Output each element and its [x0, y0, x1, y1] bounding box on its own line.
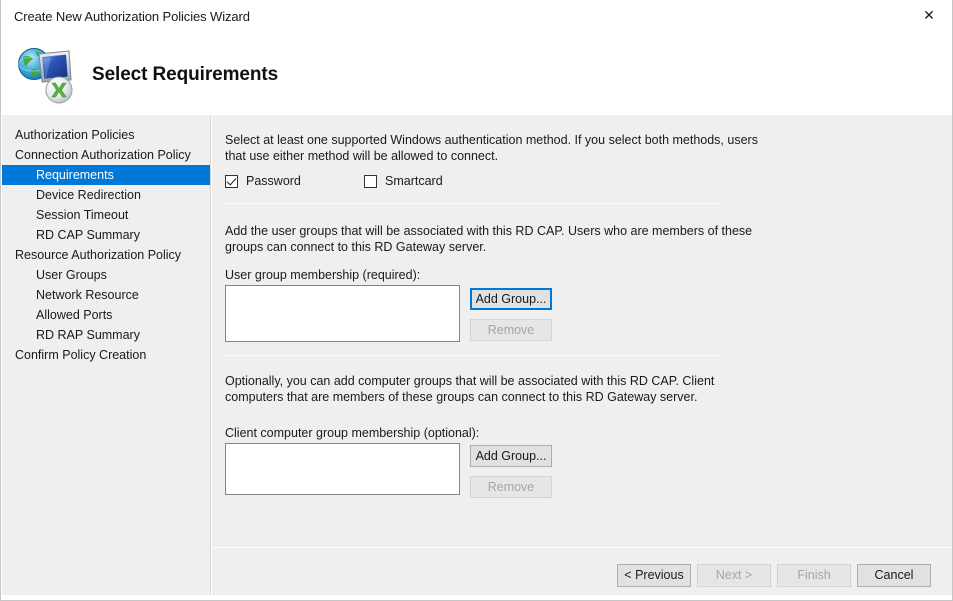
close-icon: ✕ — [923, 9, 935, 23]
sidebar-item-session-timeout[interactable]: Session Timeout — [2, 205, 210, 225]
next-button: Next > — [697, 564, 771, 587]
section-divider-1 — [225, 203, 719, 204]
cancel-button[interactable]: Cancel — [857, 564, 931, 587]
wizard-header: Select Requirements — [2, 31, 952, 115]
usergroup-instruction-line-1: Add the user groups that will be associa… — [225, 223, 752, 239]
wizard-sidebar: Authorization Policies Connection Author… — [2, 115, 211, 595]
rd-gateway-globe-monitor-icon — [15, 40, 81, 106]
sidebar-item-confirm-policy-creation[interactable]: Confirm Policy Creation — [2, 345, 210, 365]
finish-button: Finish — [777, 564, 851, 587]
checkbox-row-smartcard[interactable]: Smartcard — [364, 174, 443, 188]
password-checkbox-label: Password — [246, 174, 301, 188]
sidebar-item-resource-authorization-policy[interactable]: Resource Authorization Policy — [2, 245, 210, 265]
sidebar-item-requirements[interactable]: Requirements — [2, 165, 210, 185]
section-divider-2 — [225, 355, 719, 356]
sidebar-item-connection-authorization-policy[interactable]: Connection Authorization Policy — [2, 145, 210, 165]
window-title: Create New Authorization Policies Wizard — [14, 9, 250, 24]
checkbox-row-password[interactable]: Password — [225, 174, 301, 188]
usergroup-add-group-button[interactable]: Add Group... — [470, 288, 552, 310]
sidebar-item-device-redirection[interactable]: Device Redirection — [2, 185, 210, 205]
usergroup-remove-button: Remove — [470, 319, 552, 341]
auth-instruction-line-1: Select at least one supported Windows au… — [225, 132, 758, 148]
wizard-window: Create New Authorization Policies Wizard… — [0, 0, 953, 601]
close-button[interactable]: ✕ — [906, 0, 952, 31]
sidebar-item-allowed-ports[interactable]: Allowed Ports — [2, 305, 210, 325]
usergroup-instruction-line-2: groups can connect to this RD Gateway se… — [225, 239, 486, 255]
computergroup-listbox[interactable] — [225, 443, 460, 495]
smartcard-checkbox[interactable] — [364, 175, 377, 188]
password-checkbox[interactable] — [225, 175, 238, 188]
sidebar-item-network-resource[interactable]: Network Resource — [2, 285, 210, 305]
computergroup-add-group-button[interactable]: Add Group... — [470, 445, 552, 467]
computergroup-field-label: Client computer group membership (option… — [225, 426, 479, 440]
sidebar-item-authorization-policies[interactable]: Authorization Policies — [2, 125, 210, 145]
usergroup-field-label: User group membership (required): — [225, 268, 420, 282]
sidebar-item-rd-rap-summary[interactable]: RD RAP Summary — [2, 325, 210, 345]
sidebar-item-user-groups[interactable]: User Groups — [2, 265, 210, 285]
auth-instruction-line-2: that use either method will be allowed t… — [225, 148, 498, 164]
page-title: Select Requirements — [92, 64, 278, 86]
title-bar: Create New Authorization Policies Wizard… — [1, 0, 952, 31]
computergroup-instruction-line-1: Optionally, you can add computer groups … — [225, 373, 714, 389]
sidebar-item-rd-cap-summary[interactable]: RD CAP Summary — [2, 225, 210, 245]
computergroup-remove-button: Remove — [470, 476, 552, 498]
smartcard-checkbox-label: Smartcard — [385, 174, 443, 188]
usergroup-listbox[interactable] — [225, 285, 460, 342]
computergroup-instruction-line-2: computers that are members of these grou… — [225, 389, 697, 405]
previous-button[interactable]: < Previous — [617, 564, 691, 587]
sidebar-nav-list: Authorization Policies Connection Author… — [2, 115, 210, 365]
wizard-footer: < Previous Next > Finish Cancel — [212, 548, 952, 595]
wizard-content-pane: Select at least one supported Windows au… — [212, 115, 952, 547]
